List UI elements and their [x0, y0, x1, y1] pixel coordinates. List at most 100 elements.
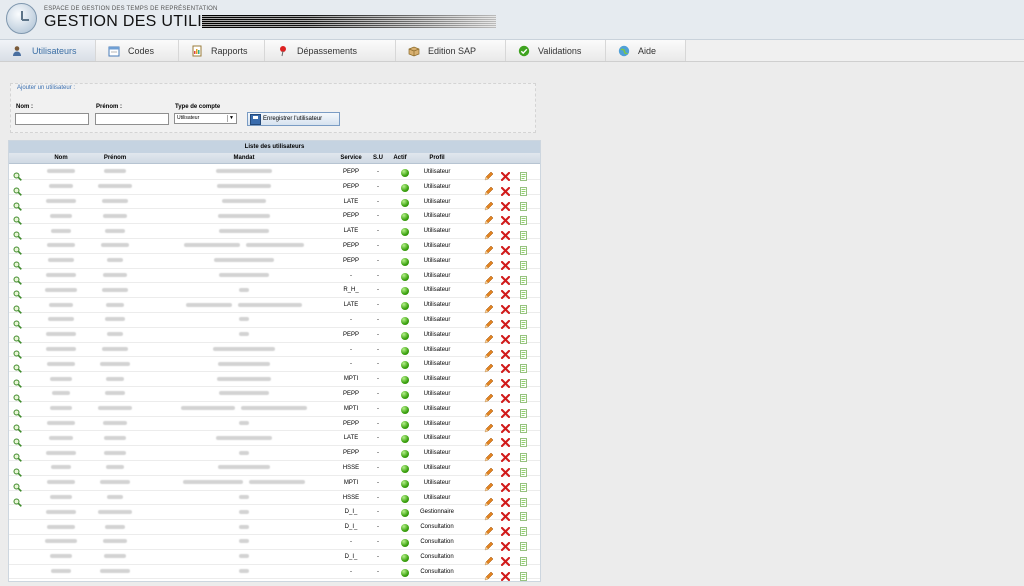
prenom-input[interactable] — [95, 113, 169, 125]
delete-icon[interactable] — [500, 375, 511, 389]
edit-pencil-icon[interactable] — [484, 420, 494, 432]
edit-pencil-icon[interactable] — [484, 360, 494, 373]
delete-icon[interactable] — [500, 390, 511, 404]
view-user-icon[interactable] — [13, 272, 22, 285]
document-icon[interactable] — [519, 183, 528, 196]
column-header[interactable]: Mandat — [144, 153, 344, 164]
delete-icon[interactable] — [500, 449, 511, 463]
tab-rapports[interactable]: Rapports — [179, 40, 265, 61]
save-user-button[interactable]: Enregistrer l'utilisateur — [247, 112, 340, 126]
document-icon[interactable] — [519, 420, 528, 433]
document-icon[interactable] — [519, 198, 528, 211]
document-icon[interactable] — [519, 346, 528, 359]
edit-pencil-icon[interactable] — [484, 227, 494, 240]
document-icon[interactable] — [519, 449, 528, 462]
column-header[interactable]: Nom — [37, 153, 85, 164]
edit-pencil-icon[interactable] — [484, 568, 494, 580]
delete-icon[interactable] — [500, 242, 511, 256]
view-user-icon[interactable] — [13, 301, 22, 315]
document-icon[interactable] — [519, 405, 528, 418]
view-user-icon[interactable] — [13, 331, 22, 344]
view-user-icon[interactable] — [13, 168, 22, 181]
delete-icon[interactable] — [500, 568, 511, 581]
tab-codes[interactable]: Codes — [96, 40, 179, 61]
view-user-icon[interactable] — [13, 286, 22, 300]
document-icon[interactable] — [519, 168, 528, 181]
tab-utilisateurs[interactable]: Utilisateurs — [0, 40, 96, 61]
edit-pencil-icon[interactable] — [484, 553, 494, 566]
delete-icon[interactable] — [500, 508, 511, 522]
delete-icon[interactable] — [500, 523, 511, 537]
document-icon[interactable] — [519, 390, 528, 403]
edit-pencil-icon[interactable] — [484, 316, 494, 329]
delete-icon[interactable] — [500, 538, 511, 551]
edit-pencil-icon[interactable] — [484, 449, 494, 462]
delete-icon[interactable] — [500, 227, 511, 241]
edit-pencil-icon[interactable] — [484, 508, 494, 521]
document-icon[interactable] — [519, 301, 528, 315]
tab-edition-sap[interactable]: Edition SAP — [396, 40, 506, 61]
edit-pencil-icon[interactable] — [484, 494, 494, 506]
document-icon[interactable] — [519, 553, 528, 566]
tab-dépassements[interactable]: Dépassements — [265, 40, 396, 61]
tab-aide[interactable]: Aide — [606, 40, 686, 61]
edit-pencil-icon[interactable] — [484, 198, 494, 210]
edit-pencil-icon[interactable] — [484, 272, 494, 284]
edit-pencil-icon[interactable] — [484, 183, 494, 196]
column-header[interactable]: Service — [339, 153, 363, 164]
edit-pencil-icon[interactable] — [484, 523, 494, 536]
view-user-icon[interactable] — [13, 316, 22, 329]
view-user-icon[interactable] — [13, 464, 22, 477]
delete-icon[interactable] — [500, 434, 511, 448]
document-icon[interactable] — [519, 508, 528, 522]
tab-validations[interactable]: Validations — [506, 40, 606, 61]
delete-icon[interactable] — [500, 405, 511, 418]
document-icon[interactable] — [519, 242, 528, 255]
edit-pencil-icon[interactable] — [484, 390, 494, 403]
edit-pencil-icon[interactable] — [484, 479, 494, 492]
document-icon[interactable] — [519, 464, 528, 477]
document-icon[interactable] — [519, 538, 528, 551]
view-user-icon[interactable] — [13, 242, 22, 255]
edit-pencil-icon[interactable] — [484, 286, 494, 299]
edit-pencil-icon[interactable] — [484, 242, 494, 255]
edit-pencil-icon[interactable] — [484, 375, 494, 388]
edit-pencil-icon[interactable] — [484, 257, 494, 270]
delete-icon[interactable] — [500, 420, 511, 433]
document-icon[interactable] — [519, 331, 528, 344]
delete-icon[interactable] — [500, 360, 511, 374]
view-user-icon[interactable] — [13, 198, 22, 211]
delete-icon[interactable] — [500, 198, 511, 211]
delete-icon[interactable] — [500, 286, 511, 300]
delete-icon[interactable] — [500, 346, 511, 359]
edit-pencil-icon[interactable] — [484, 346, 494, 358]
edit-pencil-icon[interactable] — [484, 464, 494, 477]
view-user-icon[interactable] — [13, 375, 22, 389]
edit-pencil-icon[interactable] — [484, 405, 494, 418]
document-icon[interactable] — [519, 286, 528, 300]
edit-pencil-icon[interactable] — [484, 301, 494, 314]
view-user-icon[interactable] — [13, 183, 22, 196]
delete-icon[interactable] — [500, 168, 511, 182]
document-icon[interactable] — [519, 523, 528, 536]
column-header[interactable]: Actif — [390, 153, 410, 164]
nom-input[interactable] — [15, 113, 89, 125]
document-icon[interactable] — [519, 434, 528, 448]
delete-icon[interactable] — [500, 212, 511, 226]
delete-icon[interactable] — [500, 479, 511, 492]
view-user-icon[interactable] — [13, 494, 22, 507]
document-icon[interactable] — [519, 272, 528, 285]
view-user-icon[interactable] — [13, 449, 22, 463]
column-header[interactable]: Profil — [417, 153, 457, 164]
delete-icon[interactable] — [500, 494, 511, 507]
column-header[interactable]: Prénom — [91, 153, 139, 164]
view-user-icon[interactable] — [13, 257, 22, 270]
document-icon[interactable] — [519, 568, 528, 581]
view-user-icon[interactable] — [13, 434, 22, 448]
view-user-icon[interactable] — [13, 479, 22, 492]
document-icon[interactable] — [519, 257, 528, 270]
column-header[interactable]: S.U — [371, 153, 385, 164]
delete-icon[interactable] — [500, 316, 511, 330]
document-icon[interactable] — [519, 494, 528, 507]
document-icon[interactable] — [519, 316, 528, 329]
